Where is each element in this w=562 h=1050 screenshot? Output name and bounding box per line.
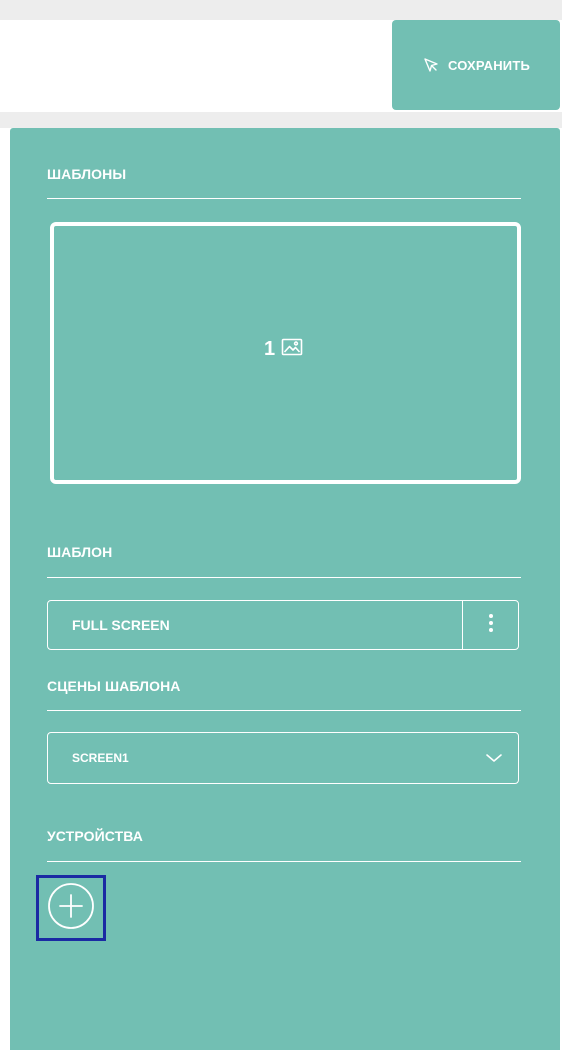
template-card[interactable]: 1 <box>50 222 521 484</box>
image-icon <box>281 338 303 361</box>
add-device-button[interactable] <box>36 875 106 941</box>
save-button[interactable]: СОХРАНИТЬ <box>392 20 560 110</box>
templates-section-title: ШАБЛОНЫ <box>47 166 127 182</box>
plus-circle-icon <box>46 881 96 936</box>
top-strip <box>0 0 562 20</box>
scene-select[interactable]: SCREEN1 <box>47 732 519 784</box>
template-field: FULL SCREEN <box>47 600 519 650</box>
save-button-label: СОХРАНИТЬ <box>447 57 531 73</box>
devices-section-title: УСТРОЙСТВА <box>47 828 143 844</box>
toolbar-divider-strip <box>0 112 562 128</box>
chevron-down-icon <box>484 751 504 765</box>
scene-select-value: SCREEN1 <box>72 751 129 765</box>
layout-panel: ШАБЛОНЫ 1 ШАБЛОН FULL SCREEN СЦЕНЫ ШАБЛО… <box>10 128 560 1050</box>
kebab-icon <box>488 612 494 639</box>
template-card-content: 1 <box>264 338 303 361</box>
template-menu-button[interactable] <box>463 601 518 649</box>
template-section-title: ШАБЛОН <box>47 544 113 560</box>
pointer-cursor-icon <box>422 56 440 74</box>
templates-section-divider <box>47 198 521 199</box>
template-card-number: 1 <box>263 337 276 360</box>
scenes-section-divider <box>47 710 521 711</box>
template-section-divider <box>47 577 521 578</box>
scenes-section-title: СЦЕНЫ ШАБЛОНА <box>47 678 181 694</box>
devices-section-divider <box>47 861 521 862</box>
template-field-value: FULL SCREEN <box>72 617 170 633</box>
